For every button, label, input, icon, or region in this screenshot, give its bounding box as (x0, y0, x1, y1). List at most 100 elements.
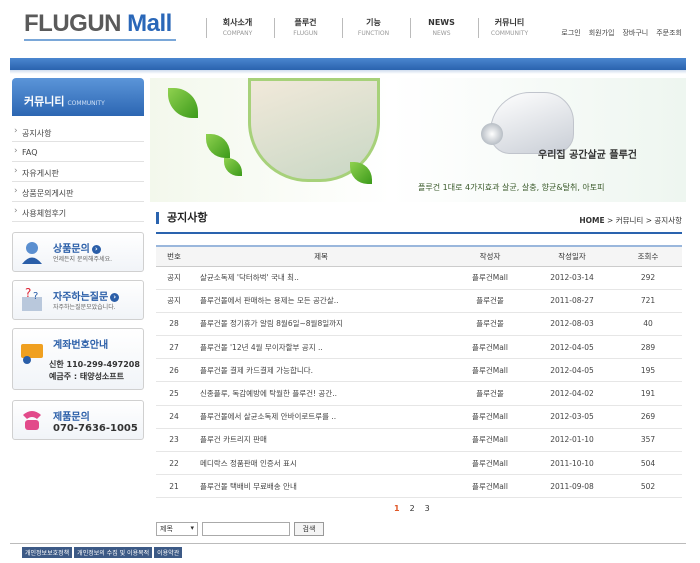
sidebar-item-free-board[interactable]: 자유게시판 (12, 162, 144, 182)
order-lookup-link[interactable]: 주문조회 (656, 28, 682, 38)
cell-author: 플루건Mall (450, 428, 530, 453)
sidebar-menu: 공지사항 FAQ 자유게시판 상품문의게시판 사용체험후기 (12, 122, 144, 222)
main-banner: 우리집 공간살균 플루건 플루건 1대로 4가지효과 살균, 살충, 향균&탈취… (150, 78, 686, 202)
header: FLUGUN Mall 회사소개 COMPANY 플루건 FLUGUN 기능 FUNC… (0, 0, 700, 58)
table-row: 공지 살균소독제 '닥터하벅' 국내 최.. 플루건Mall 2012-03-14 29… (156, 266, 682, 290)
svg-text:?: ? (33, 291, 38, 302)
cell-number: 공지 (156, 266, 192, 290)
terms-link[interactable]: 이용약관 (154, 547, 183, 558)
table-row: 24 플루건몰에서 살균소독제 안바이로트루를 .. 플루건Mall 2012-03-… (156, 405, 682, 429)
nav-label: 회사소개 (222, 18, 253, 27)
login-link[interactable]: 로그인 (561, 28, 580, 38)
col-subject: 제목 (192, 245, 450, 267)
table-row: 21 플루건몰 택배비 무료배송 안내 플루건Mall 2011-09-08 502 (156, 474, 682, 499)
search-input[interactable] (202, 522, 290, 536)
privacy-purpose-link[interactable]: 개인정보의 수집 및 이용목적 (74, 547, 153, 558)
cell-number: 21 (156, 474, 192, 499)
svg-text:?: ? (25, 287, 31, 300)
table-header-row: 번호 제목 작성자 작성일자 조회수 (156, 245, 682, 267)
cell-subject-link[interactable]: 플루건몰 택배비 무료배송 안내 (192, 474, 450, 499)
page-1[interactable]: 1 (394, 504, 400, 513)
page-2[interactable]: 2 (410, 504, 415, 513)
cell-number: 25 (156, 381, 192, 406)
logo[interactable]: FLUGUN Mall (24, 10, 172, 38)
cell-author: 플루건몰 (450, 312, 530, 337)
footer-divider (10, 543, 686, 544)
search-button[interactable]: 검색 (294, 522, 324, 536)
nav-sublabel: NEWS (432, 30, 451, 37)
privacy-policy-link[interactable]: 개인정보보호정책 (22, 547, 73, 558)
account-box: 계좌번호안내 신한 110-299-497208 예금주 : 태양성소프트 (12, 328, 144, 390)
cell-views: 195 (614, 358, 682, 383)
arrow-icon: › (91, 245, 101, 254)
nav-community[interactable]: 커뮤니티 COMMUNITY (478, 18, 540, 38)
operator-icon (22, 242, 42, 264)
nav-news[interactable]: NEWS NEWS (410, 18, 472, 38)
faq-box[interactable]: ?? 자주하는질문 › 자주하는질문모았습니다. (12, 280, 144, 320)
cell-author: 플루건몰 (450, 289, 530, 313)
cell-subject-link[interactable]: 플루건 카트리지 판매 (192, 428, 450, 453)
search-field-select[interactable]: 제목 (156, 522, 198, 536)
cell-views: 502 (614, 474, 682, 499)
table-row: 22 메디락스 정품판매 인증서 표시 플루건Mall 2011-10-10 504 (156, 451, 682, 476)
col-views: 조회수 (614, 245, 682, 267)
cell-number: 27 (156, 335, 192, 360)
leaf-decoration (350, 162, 372, 184)
cell-date: 2012-04-02 (530, 381, 614, 406)
cell-subject-link[interactable]: 메디락스 정품판매 인증서 표시 (192, 451, 450, 476)
faq-title: 자주하는질문 › (53, 288, 120, 303)
cell-number: 28 (156, 312, 192, 337)
page-title: 공지사항 (156, 212, 207, 224)
cell-subject-link[interactable]: 플루건몰 정기휴가 알림 8월6일~8월8일까지 (192, 312, 450, 337)
sidebar-item-faq[interactable]: FAQ (12, 142, 144, 162)
breadcrumb-current: 공지사항 (654, 216, 682, 225)
nav-company[interactable]: 회사소개 COMPANY (206, 18, 268, 38)
table-row: 23 플루건 카트리지 판매 플루건Mall 2012-01-10 357 (156, 428, 682, 453)
sidebar-item-reviews[interactable]: 사용체험후기 (12, 202, 144, 222)
sidebar-title: 커뮤니티 COMMUNITY (12, 78, 144, 116)
product-inquiry-desc: 언제든지 문의해주세요. (53, 256, 113, 263)
product-inquiry-box[interactable]: 상품문의 › 언제든지 문의해주세요. (12, 232, 144, 272)
nav-flugun[interactable]: 플루건 FLUGUN (274, 18, 336, 38)
cell-subject-link[interactable]: 플루건몰에서 판매하는 용제는 모든 공간살.. (192, 289, 450, 313)
nav-function[interactable]: 기능 FUNCTION (342, 18, 404, 38)
banner-slogan: 우리집 공간살균 플루건 (538, 150, 637, 161)
cell-author: 플루건Mall (450, 266, 530, 290)
sidebar-title-kr: 커뮤니티 (24, 95, 65, 108)
table-row: 25 신종플루, 독감예방에 탁월한 플루건! 공간.. 플루건몰 2012-04-0… (156, 381, 682, 406)
cell-date: 2012-01-10 (530, 428, 614, 453)
sidebar-item-notice[interactable]: 공지사항 (12, 122, 144, 142)
footer-links: 개인정보보호정책 개인정보의 수집 및 이용목적 이용약관 (22, 547, 183, 558)
breadcrumb-community[interactable]: 커뮤니티 (616, 216, 644, 225)
cell-views: 504 (614, 451, 682, 476)
cell-author: 플루건Mall (450, 474, 530, 499)
nav-sublabel: COMMUNITY (490, 30, 529, 37)
cell-date: 2011-10-10 (530, 451, 614, 476)
cell-number: 공지 (156, 289, 192, 313)
nav-sublabel: FUNCTION (357, 30, 390, 37)
nav-label: NEWS (428, 18, 455, 27)
nav-label: 커뮤니티 (494, 18, 525, 27)
main-nav: 회사소개 COMPANY 플루건 FLUGUN 기능 FUNCTION NEWS NEW… (206, 18, 546, 38)
table-row: 26 플루건몰 결제 카드결제 가능합니다. 플루건Mall 2012-04-05 19… (156, 358, 682, 383)
cell-number: 22 (156, 451, 192, 476)
cell-subject-link[interactable]: 플루건몰 결제 카드결제 가능합니다. (192, 358, 450, 383)
join-link[interactable]: 회원가입 (589, 28, 615, 38)
top-bar (10, 58, 686, 70)
breadcrumb-home[interactable]: HOME (579, 216, 604, 225)
cell-views: 40 (614, 312, 682, 337)
cell-subject-link[interactable]: 플루건몰에서 살균소독제 안바이로트루를 .. (192, 405, 450, 429)
cart-link[interactable]: 장바구니 (622, 28, 648, 38)
nav-label: 기능 (366, 18, 381, 27)
cell-date: 2012-04-05 (530, 358, 614, 383)
sidebar-item-product-board[interactable]: 상품문의게시판 (12, 182, 144, 202)
cell-subject-link[interactable]: 신종플루, 독감예방에 탁월한 플루건! 공간.. (192, 381, 450, 406)
page-3[interactable]: 3 (425, 504, 430, 513)
util-nav: 로그인 회원가입 장바구니 주문조회 (561, 28, 682, 38)
cell-subject-link[interactable]: 살균소독제 '닥터하벅' 국내 최.. (192, 266, 450, 290)
cell-number: 23 (156, 428, 192, 453)
contact-box: 제품문의 070-7636-1005 (12, 400, 144, 440)
cell-subject-link[interactable]: 플루건몰 '12년 4월 무이자할부 공지 .. (192, 335, 450, 360)
bank-book-icon (21, 344, 43, 364)
table-row: 28 플루건몰 정기휴가 알림 8월6일~8월8일까지 플루건몰 2012-08-03… (156, 312, 682, 337)
